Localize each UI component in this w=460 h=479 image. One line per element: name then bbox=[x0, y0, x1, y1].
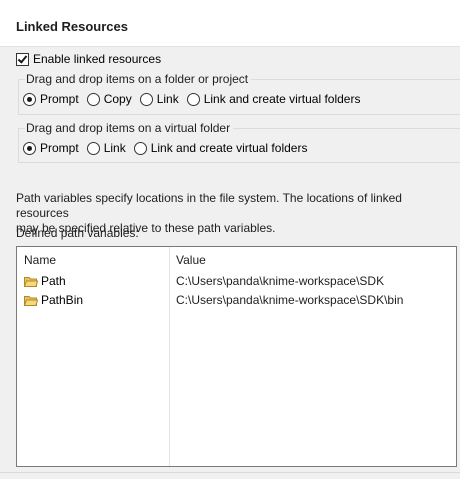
radio-unselected-icon[interactable] bbox=[186, 92, 200, 106]
radio-unselected-icon[interactable] bbox=[133, 141, 147, 155]
enable-linked-resources-checkbox[interactable]: Enable linked resources bbox=[16, 52, 161, 66]
folder-icon bbox=[24, 276, 38, 287]
description-line: Path variables specify locations in the … bbox=[16, 191, 402, 220]
virtual-drop-prompt-radio[interactable]: Prompt bbox=[23, 141, 79, 155]
folder-drop-link-virtual-radio[interactable]: Link and create virtual folders bbox=[186, 92, 361, 106]
enable-linked-resources-label: Enable linked resources bbox=[33, 52, 162, 66]
radio-label: Prompt bbox=[40, 92, 79, 106]
radio-unselected-icon[interactable] bbox=[86, 92, 100, 106]
folder-drop-prompt-radio[interactable]: Prompt bbox=[23, 92, 79, 106]
bottom-divider bbox=[0, 472, 460, 479]
table-header: Name Value bbox=[17, 247, 456, 271]
radio-label: Link bbox=[156, 92, 179, 106]
path-variable-value: C:\Users\panda\knime-workspace\SDK\bin bbox=[176, 293, 404, 307]
checkmark-icon bbox=[17, 52, 28, 64]
virtual-drop-link-radio[interactable]: Link bbox=[86, 141, 126, 155]
path-variable-value: C:\Users\panda\knime-workspace\SDK bbox=[176, 274, 385, 288]
path-variable-name: Path bbox=[41, 274, 66, 288]
path-variable-name: PathBin bbox=[41, 293, 84, 307]
value-column-header[interactable]: Value bbox=[176, 253, 206, 267]
folder-drop-group-label: Drag and drop items on a folder or proje… bbox=[25, 72, 252, 86]
page-header: Linked Resources bbox=[0, 0, 460, 47]
linked-resources-page: Linked Resources Enable linked resources… bbox=[0, 0, 460, 479]
radio-label: Link and create virtual folders bbox=[203, 92, 361, 106]
defined-path-variables-label: Defined path variables: bbox=[16, 226, 139, 240]
radio-label: Prompt bbox=[40, 141, 79, 155]
table-row[interactable]: Path C:\Users\panda\knime-workspace\SDK bbox=[17, 272, 456, 291]
radio-label: Link and create virtual folders bbox=[150, 141, 308, 155]
name-cell: Path bbox=[24, 274, 66, 288]
radio-selected-icon[interactable] bbox=[23, 92, 36, 106]
folder-drop-group: Drag and drop items on a folder or proje… bbox=[18, 72, 460, 115]
name-column-header[interactable]: Name bbox=[24, 253, 56, 267]
radio-label: Link bbox=[103, 141, 126, 155]
radio-selected-icon[interactable] bbox=[23, 141, 36, 155]
radio-unselected-icon[interactable] bbox=[86, 141, 100, 155]
radio-unselected-icon[interactable] bbox=[139, 92, 153, 106]
virtual-folder-drop-options: Prompt Link Link and create virtual fold… bbox=[23, 141, 315, 155]
table-row[interactable]: PathBin C:\Users\panda\knime-workspace\S… bbox=[17, 291, 456, 310]
name-cell: PathBin bbox=[24, 293, 83, 307]
radio-label: Copy bbox=[103, 92, 132, 106]
folder-drop-options: Prompt Copy Link Link and create virtual… bbox=[23, 92, 368, 106]
path-variables-table[interactable]: Name Value Path C:\Users\panda\knime-wor… bbox=[16, 246, 457, 467]
virtual-folder-drop-group-label: Drag and drop items on a virtual folder bbox=[25, 121, 234, 135]
folder-drop-copy-radio[interactable]: Copy bbox=[86, 92, 132, 106]
checkbox-box[interactable] bbox=[16, 52, 29, 66]
folder-drop-link-radio[interactable]: Link bbox=[139, 92, 179, 106]
virtual-folder-drop-group: Drag and drop items on a virtual folder … bbox=[18, 121, 460, 163]
page-title: Linked Resources bbox=[16, 19, 128, 34]
folder-icon bbox=[24, 295, 38, 306]
virtual-drop-link-virtual-radio[interactable]: Link and create virtual folders bbox=[133, 141, 308, 155]
